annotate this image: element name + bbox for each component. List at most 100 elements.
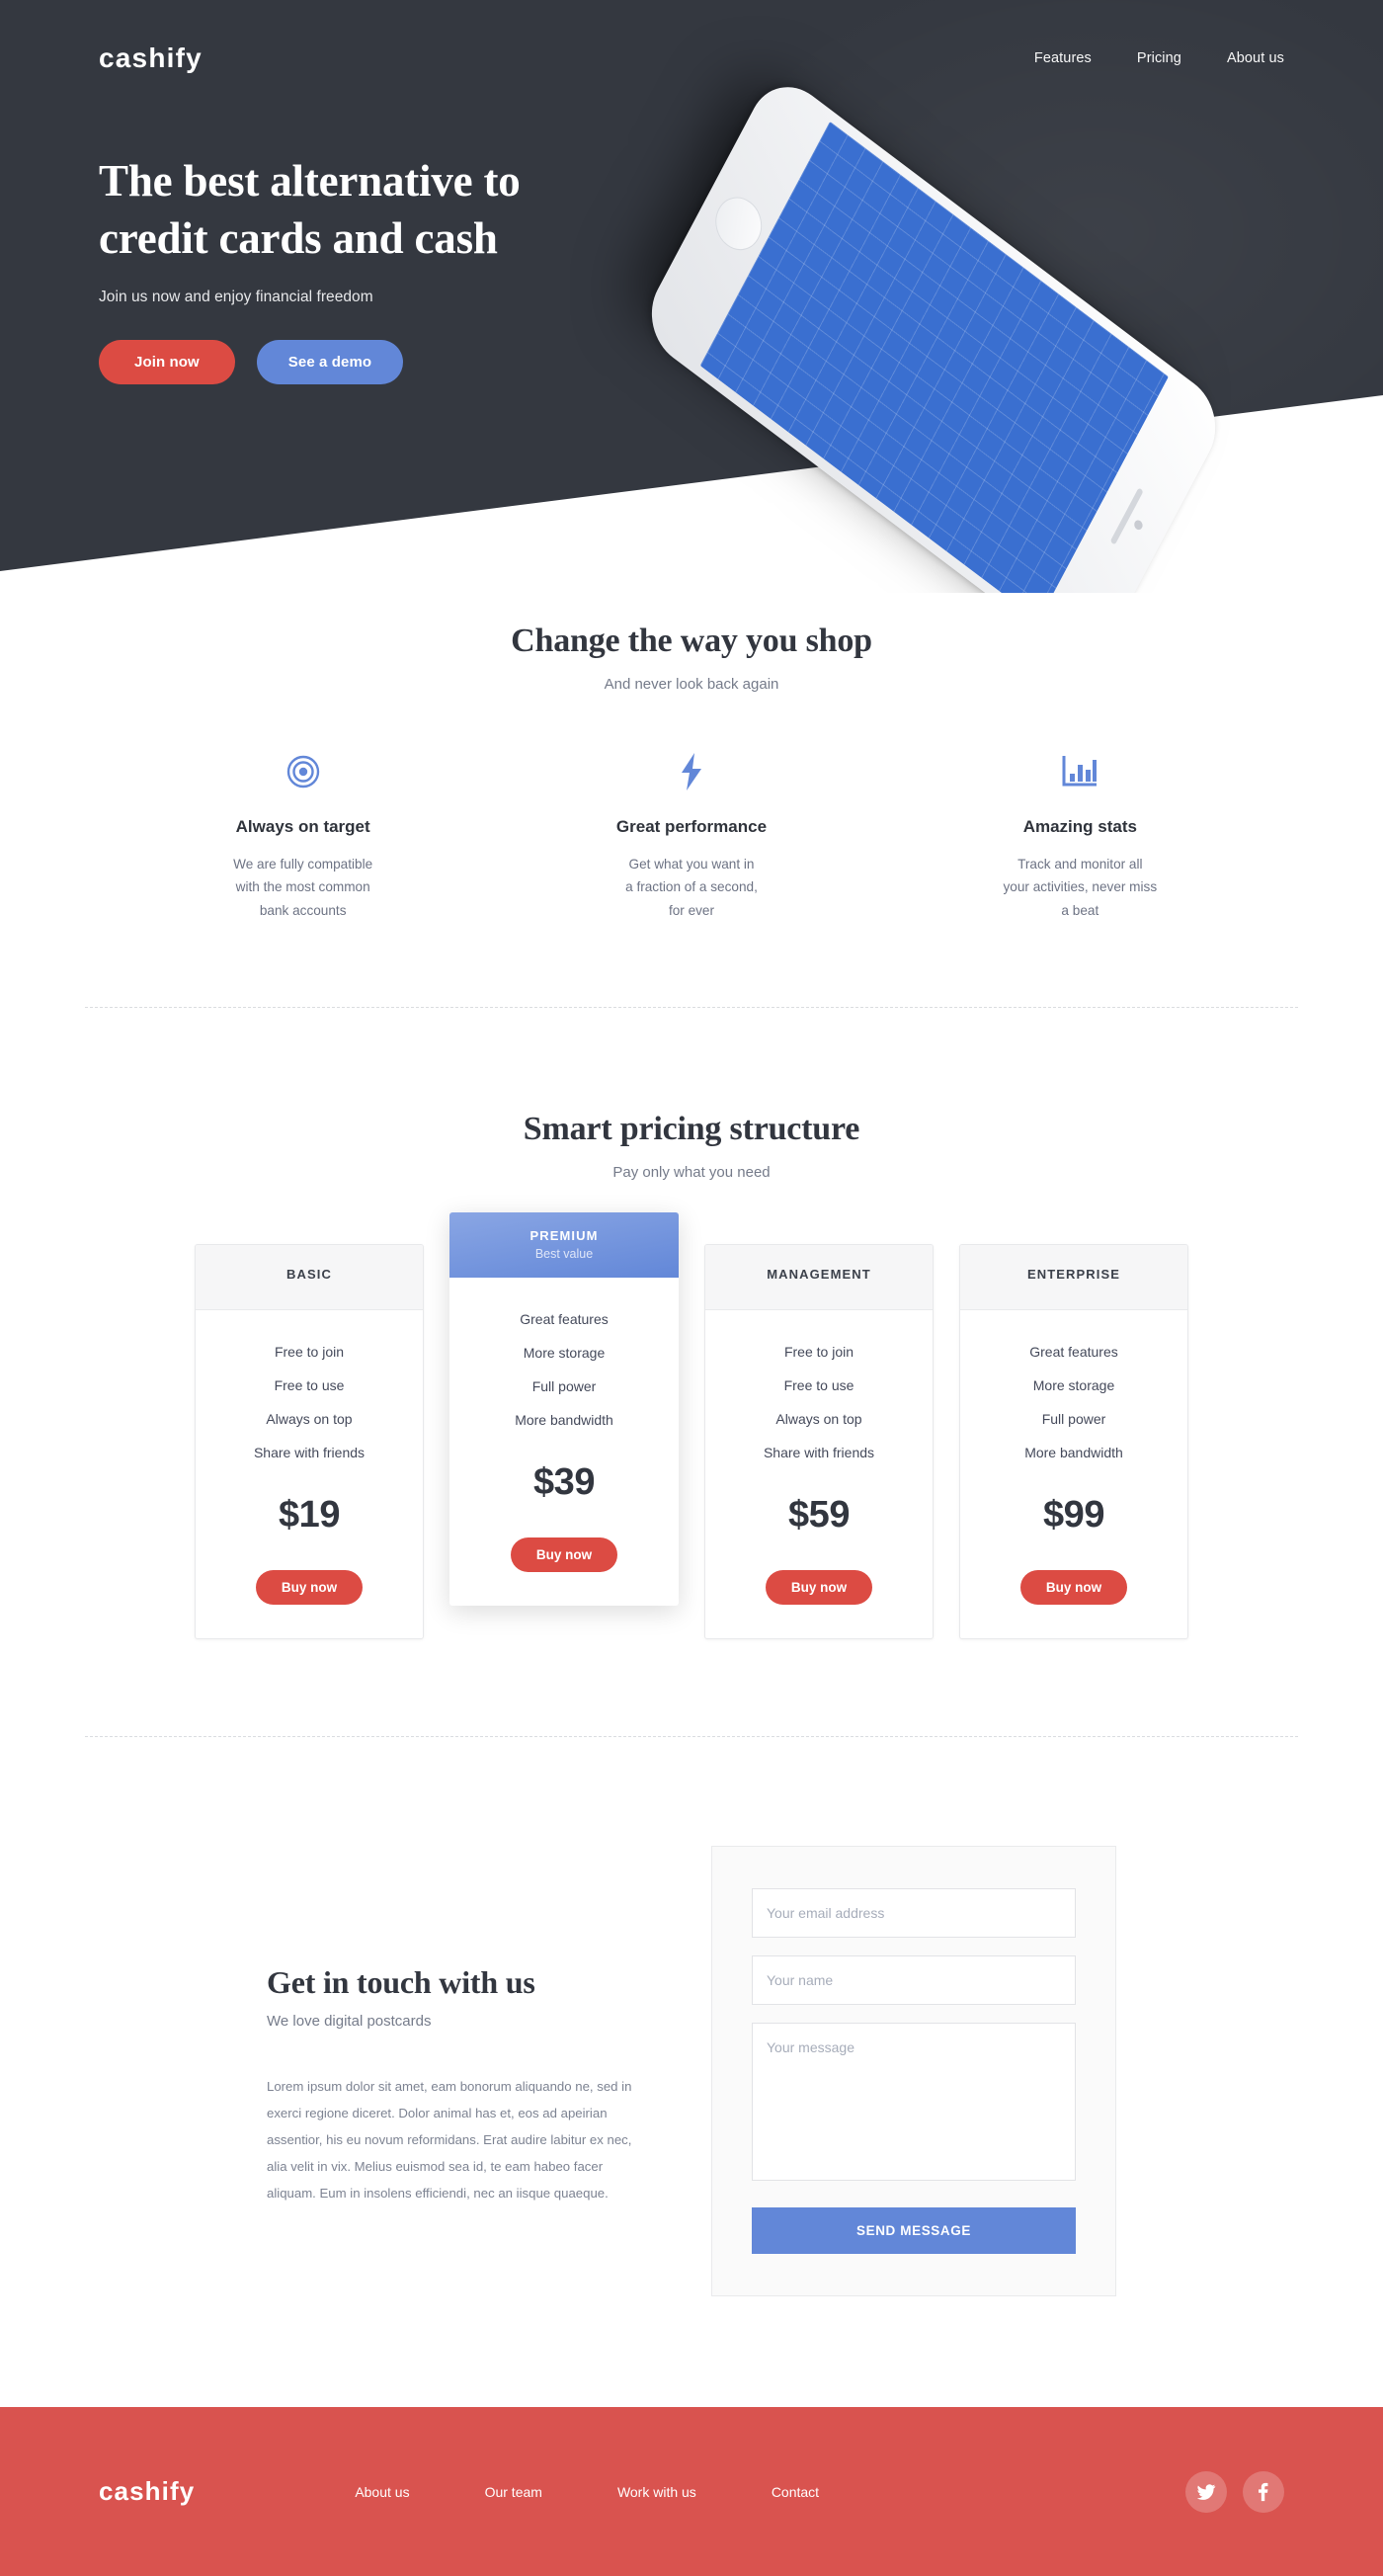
plan-feature: Always on top — [266, 1411, 353, 1428]
features-list: Always on target We are fully compatible… — [109, 750, 1274, 922]
plan-feature: More storage — [523, 1345, 606, 1362]
plan-feature: Free to join — [274, 1344, 345, 1361]
plan-name: ENTERPRISE — [1026, 1267, 1121, 1283]
pricing-card-premium[interactable]: PREMIUM Best value Great features More s… — [449, 1212, 679, 1607]
features-section: Change the way you shop And never look b… — [0, 593, 1383, 1009]
hero-title-line-2: credit cards and cash — [99, 212, 498, 263]
feature-title: Always on target — [235, 817, 370, 836]
buy-now-button[interactable]: Buy now — [1019, 1570, 1128, 1606]
name-field[interactable] — [752, 1955, 1076, 2006]
facebook-icon[interactable] — [1243, 2470, 1284, 2513]
phone-speaker — [1109, 487, 1144, 545]
feature-description: Get what you want in a fraction of a seco… — [625, 857, 758, 918]
top-navigation: cashify Features Pricing About us — [0, 0, 1383, 117]
plan-feature: Great features — [520, 1311, 609, 1328]
plan-feature: Always on top — [775, 1411, 862, 1428]
feature-description: We are fully compatible with the most com… — [233, 857, 373, 918]
plan-body: Free to join Free to use Always on top S… — [196, 1310, 423, 1638]
phone-screen — [699, 121, 1169, 593]
plan-feature: Free to use — [783, 1377, 854, 1394]
contact-text-column: Get in touch with us We love digital pos… — [267, 1846, 642, 2206]
buy-now-button[interactable]: Buy now — [255, 1570, 364, 1606]
plan-feature: Free to join — [783, 1344, 854, 1361]
contact-section: Get in touch with us We love digital pos… — [0, 1737, 1383, 2297]
nav-item-features[interactable]: Features — [1034, 50, 1092, 66]
contact-subtitle: We love digital postcards — [267, 2013, 432, 2031]
plan-body: Free to join Free to use Always on top S… — [705, 1310, 933, 1638]
hero-title-line-1: The best alternative to — [99, 156, 521, 206]
join-now-button[interactable]: Join now — [99, 340, 235, 385]
plan-feature: Full power — [531, 1378, 597, 1395]
plan-price: $39 — [533, 1461, 595, 1504]
plan-header: PREMIUM Best value — [449, 1212, 679, 1279]
features-subtitle: And never look back again — [604, 676, 779, 693]
nav-links: Features Pricing About us — [1034, 50, 1284, 66]
twitter-icon[interactable] — [1185, 2470, 1227, 2513]
contact-body-text: Lorem ipsum dolor sit amet, eam bonorum … — [267, 2079, 632, 2202]
lightning-bolt-icon — [525, 750, 857, 793]
features-title: Change the way you shop — [511, 623, 872, 659]
plan-name: MANAGEMENT — [767, 1267, 871, 1283]
feature-title: Amazing stats — [1022, 817, 1137, 836]
pricing-subtitle: Pay only what you need — [612, 1164, 771, 1182]
hero-subtitle: Join us now and enjoy financial freedom — [99, 289, 373, 306]
see-a-demo-button[interactable]: See a demo — [256, 340, 404, 385]
feature-item-great-performance: Great performance Get what you want in a … — [497, 750, 885, 922]
footer-logo[interactable]: cashify — [99, 2476, 195, 2507]
email-field[interactable] — [752, 1888, 1076, 1939]
pricing-section: Smart pricing structure Pay only what yo… — [0, 1008, 1383, 1738]
bar-chart-icon — [914, 750, 1247, 793]
hero-title: The best alternative to credit cards and… — [99, 153, 731, 267]
footer-item-our-team[interactable]: Our team — [485, 2484, 542, 2500]
hero-section: cashify Features Pricing About us The be… — [0, 0, 1383, 593]
plan-body: Great features More storage Full power M… — [960, 1310, 1187, 1638]
pricing-heading-group: Smart pricing structure Pay only what yo… — [0, 1008, 1383, 1181]
plan-price: $99 — [1043, 1494, 1104, 1537]
pricing-card-enterprise[interactable]: ENTERPRISE Great features More storage F… — [959, 1244, 1188, 1640]
buy-now-button[interactable]: Buy now — [510, 1537, 618, 1573]
plan-feature: Great features — [1029, 1344, 1118, 1361]
send-message-button[interactable]: SEND MESSAGE — [752, 2207, 1076, 2255]
plan-feature: Free to use — [274, 1377, 345, 1394]
feature-item-amazing-stats: Amazing stats Track and monitor all your … — [886, 750, 1274, 922]
footer-links: About us Our team Work with us Contact — [355, 2484, 819, 2500]
pricing-card-basic[interactable]: BASIC Free to join Free to use Always on… — [195, 1244, 424, 1640]
plan-name: BASIC — [286, 1267, 332, 1283]
feature-item-always-on-target: Always on target We are fully compatible… — [109, 750, 497, 922]
plan-feature: More storage — [1032, 1377, 1115, 1394]
phone-mockup — [636, 67, 1304, 593]
footer-item-about-us[interactable]: About us — [355, 2484, 409, 2500]
pricing-title: Smart pricing structure — [523, 1111, 860, 1148]
plan-price: $19 — [279, 1494, 340, 1537]
contact-title: Get in touch with us — [267, 1964, 535, 2001]
plan-feature: Share with friends — [253, 1445, 366, 1461]
plan-feature: Full power — [1041, 1411, 1106, 1428]
site-logo[interactable]: cashify — [99, 42, 203, 74]
hero-buttons: Join now See a demo — [99, 340, 731, 385]
social-links — [1185, 2470, 1284, 2513]
plan-header: BASIC — [196, 1245, 423, 1311]
feature-description: Track and monitor all your activities, ne… — [1003, 857, 1158, 918]
nav-item-about-us[interactable]: About us — [1227, 50, 1284, 66]
message-field[interactable] — [752, 2023, 1076, 2182]
pricing-plans: BASIC Free to join Free to use Always on… — [0, 1212, 1383, 1640]
plan-badge: Best value — [534, 1247, 594, 1262]
plan-feature: More bandwidth — [515, 1412, 613, 1429]
plan-body: Great features More storage Full power M… — [449, 1278, 679, 1606]
nav-item-pricing[interactable]: Pricing — [1137, 50, 1181, 66]
pricing-card-management[interactable]: MANAGEMENT Free to join Free to use Alwa… — [704, 1244, 934, 1640]
plan-feature: More bandwidth — [1024, 1445, 1123, 1461]
footer-item-contact[interactable]: Contact — [772, 2484, 819, 2500]
plan-price: $59 — [788, 1494, 850, 1537]
buy-now-button[interactable]: Buy now — [765, 1570, 873, 1606]
plan-header: MANAGEMENT — [705, 1245, 933, 1311]
plan-name: PREMIUM — [529, 1228, 599, 1244]
contact-form: SEND MESSAGE — [711, 1846, 1116, 2297]
footer-item-work-with-us[interactable]: Work with us — [617, 2484, 696, 2500]
features-heading-group: Change the way you shop And never look b… — [0, 593, 1383, 693]
plan-feature: Share with friends — [763, 1445, 875, 1461]
target-icon — [136, 750, 469, 793]
contact-wrapper: Get in touch with us We love digital pos… — [109, 1846, 1274, 2297]
feature-title: Great performance — [615, 817, 768, 836]
plan-header: ENTERPRISE — [960, 1245, 1187, 1311]
